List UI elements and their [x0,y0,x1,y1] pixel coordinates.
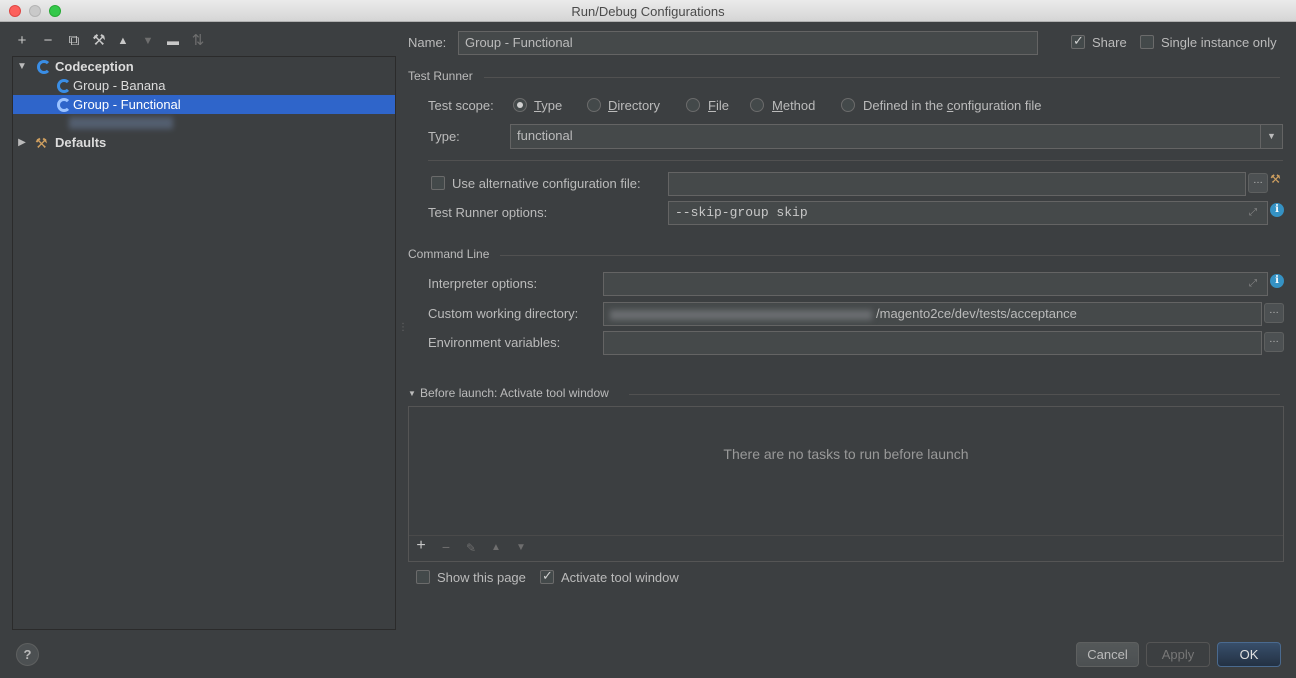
name-label: Name: [408,35,447,50]
tree-node-defaults[interactable]: ▶ ⚒ Defaults [13,133,395,152]
show-this-page-checkbox[interactable] [416,570,430,584]
tree-item-group-banana[interactable]: Group - Banana [13,76,395,95]
interpreter-options-input[interactable] [603,272,1268,296]
configurations-tree[interactable]: ▼ Codeception Group - Banana Group - Fun… [12,56,396,630]
scope-file-label: File [708,98,729,113]
window-title: Run/Debug Configurations [571,4,725,19]
info-icon[interactable]: i [1270,203,1284,217]
help-button[interactable]: ? [16,643,39,666]
alt-config-label: Use alternative configuration file: [452,176,641,191]
codeception-icon [37,60,51,74]
scope-method-radio[interactable] [750,98,764,112]
edit-task-icon[interactable]: ✎ [461,541,481,555]
scope-type-label: Type [534,98,563,113]
defaults-wrench-icon: ⚒ [35,135,48,151]
folder-icon[interactable]: ▬ [163,30,183,52]
command-line-section-title: Command Line [408,247,490,261]
move-down-icon[interactable]: ▼ [138,30,158,52]
scope-directory-radio[interactable] [587,98,601,112]
title-bar: Run/Debug Configurations [0,0,1296,22]
tree-item-label: Group - Banana [73,78,166,93]
add-task-icon[interactable]: + [411,537,431,555]
apply-button[interactable]: Apply [1146,642,1210,667]
browse-button[interactable]: … [1264,303,1284,323]
splitter-handle[interactable]: ⋮ [398,322,408,333]
scope-type-radio[interactable] [513,98,527,112]
scope-config-file-label: Defined in the configuration file [863,98,1042,113]
info-icon[interactable]: i [1270,274,1284,288]
environment-variables-label: Environment variables: [428,335,561,350]
collapse-arrow-icon[interactable]: ▼ [408,389,416,398]
codeception-config-icon [57,98,71,112]
interpreter-options-label: Interpreter options: [428,276,538,291]
codeception-config-icon [57,79,71,93]
environment-variables-input[interactable] [603,331,1262,355]
edit-defaults-icon[interactable]: ⚒ [89,30,109,52]
cancel-button[interactable]: Cancel [1076,642,1139,667]
expand-icon[interactable]: ⤢ [1249,278,1257,289]
activate-tool-window-checkbox[interactable] [540,568,554,584]
tree-item-label: Group - Functional [73,97,181,112]
single-instance-label: Single instance only [1161,35,1277,50]
test-runner-section-title: Test Runner [408,69,473,83]
sort-icon[interactable]: ⇅ [188,30,208,52]
test-runner-options-label: Test Runner options: [428,205,548,220]
section-divider [500,255,1280,256]
browse-button[interactable]: … [1264,332,1284,352]
tree-node-label: Defaults [55,135,107,150]
empty-tasks-message: There are no tasks to run before launch [723,446,969,462]
alt-config-checkbox[interactable] [431,176,445,190]
working-directory-input[interactable]: /magento2ce/dev/tests/acceptance [603,302,1262,326]
scope-config-file-radio[interactable] [841,98,855,112]
tree-node-codeception[interactable]: ▼ Codeception [13,57,395,76]
section-divider [428,160,1283,161]
scope-file-radio[interactable] [686,98,700,112]
move-down-icon[interactable]: ▼ [511,542,531,553]
working-directory-label: Custom working directory: [428,306,579,321]
single-instance-checkbox[interactable] [1140,35,1154,49]
chevron-down-icon[interactable]: ▼ [1260,125,1282,148]
move-up-icon[interactable]: ▲ [113,30,133,52]
working-directory-value: /magento2ce/dev/tests/acceptance [876,306,1077,321]
tree-item-group-functional[interactable]: Group - Functional [13,95,395,114]
type-label: Type: [428,129,460,144]
tree-node-label: Codeception [55,59,134,74]
expand-icon[interactable]: ⤢ [1249,207,1257,218]
activate-tool-window-label: Activate tool window [561,570,679,585]
before-launch-tasks-list[interactable]: There are no tasks to run before launch … [408,406,1284,562]
test-runner-options-input[interactable]: --skip-group skip [668,201,1268,225]
remove-task-icon[interactable]: − [436,539,456,555]
settings-wrench-icon[interactable]: ⚒ [1270,172,1281,186]
tasks-toolbar: + − ✎ ▲ ▼ [409,535,1283,561]
share-label: Share [1092,35,1127,50]
collapse-arrow-icon[interactable]: ▶ [16,133,28,152]
type-select[interactable]: functional ▼ [510,124,1283,149]
section-divider [484,77,1280,78]
scope-method-label: Method [772,98,816,113]
add-icon[interactable]: + [12,30,32,52]
remove-icon[interactable]: − [38,30,58,52]
test-scope-label: Test scope: [428,98,494,113]
before-launch-section-title[interactable]: Before launch: Activate tool window [420,386,609,400]
redacted-tree-item [69,117,173,129]
move-up-icon[interactable]: ▲ [486,542,506,553]
alt-config-input[interactable] [668,172,1246,196]
share-checkbox[interactable] [1071,33,1085,49]
type-select-value: functional [517,128,573,143]
name-input[interactable]: Group - Functional [458,31,1038,55]
redacted-path [610,309,872,320]
browse-button[interactable]: … [1248,173,1268,193]
expand-arrow-icon[interactable]: ▼ [16,57,28,76]
ok-button[interactable]: OK [1217,642,1281,667]
show-this-page-label: Show this page [437,570,526,585]
copy-icon[interactable]: ⧉ [64,30,84,52]
scope-directory-label: Directory [608,98,661,113]
section-divider [629,394,1280,395]
